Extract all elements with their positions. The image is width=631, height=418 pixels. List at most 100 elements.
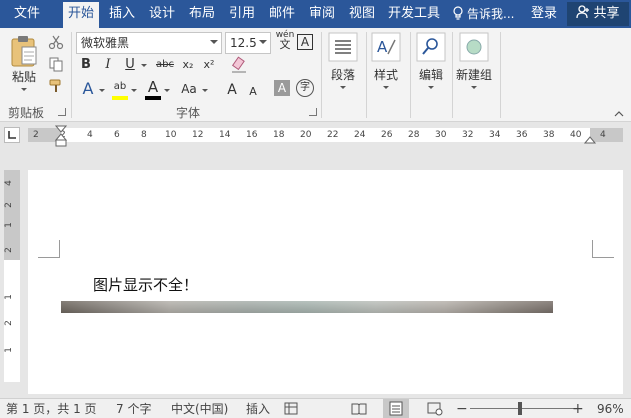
grow-font-button[interactable]: A bbox=[223, 80, 241, 100]
lightbulb-icon bbox=[453, 6, 463, 20]
ruler-number: 16 bbox=[246, 130, 258, 140]
shrink-font-button[interactable]: A bbox=[244, 82, 262, 102]
paragraph-caret[interactable] bbox=[340, 86, 346, 89]
insert-mode[interactable]: 插入 bbox=[246, 399, 270, 418]
editing-caret[interactable] bbox=[428, 86, 434, 89]
picture-shading bbox=[61, 301, 553, 313]
underline-button[interactable]: U bbox=[121, 55, 139, 75]
font-size-combo[interactable]: 12.5 bbox=[225, 32, 271, 54]
char-shading-button[interactable]: A bbox=[274, 80, 290, 96]
clear-formatting-icon[interactable] bbox=[230, 56, 248, 74]
italic-button[interactable]: I bbox=[99, 55, 117, 75]
chevron-down-icon bbox=[210, 40, 218, 44]
superscript-button[interactable]: x² bbox=[200, 55, 218, 75]
ruler-number: 10 bbox=[165, 130, 177, 140]
vertical-ruler: 4 2 1 2 1 2 1 bbox=[4, 170, 20, 382]
copy-icon[interactable] bbox=[48, 56, 64, 72]
tab-review[interactable]: 审阅 bbox=[305, 0, 339, 28]
zoom-in-button[interactable]: + bbox=[572, 399, 584, 418]
ruler-number: 18 bbox=[273, 130, 285, 140]
change-case-button[interactable]: Aa bbox=[178, 79, 200, 99]
font-name-combo[interactable]: 微软雅黑 bbox=[76, 32, 222, 54]
tell-me-label: 告诉我... bbox=[467, 7, 515, 21]
char-border-button[interactable]: A bbox=[297, 34, 313, 50]
subscript-button[interactable]: x₂ bbox=[179, 55, 197, 75]
vertical-ruler-number: 1 bbox=[3, 222, 14, 228]
tab-view[interactable]: 视图 bbox=[345, 0, 379, 28]
cut-icon[interactable] bbox=[48, 34, 64, 50]
ruler-number: 24 bbox=[354, 130, 366, 140]
new-group-icon[interactable] bbox=[459, 32, 489, 62]
left-tab-icon bbox=[8, 131, 16, 139]
bold-button[interactable]: B bbox=[77, 55, 95, 75]
styles-label[interactable]: 样式 bbox=[366, 66, 406, 83]
inline-picture[interactable] bbox=[61, 301, 553, 313]
read-mode-icon[interactable] bbox=[351, 402, 367, 415]
document-area[interactable]: 图片显示不全！ bbox=[28, 148, 631, 394]
phonetic-guide-button[interactable]: wén 文 bbox=[275, 30, 295, 51]
indent-marker-icon[interactable] bbox=[55, 125, 67, 147]
group-separator bbox=[321, 32, 322, 118]
macro-record-icon[interactable] bbox=[284, 402, 298, 415]
ruler-number: 14 bbox=[219, 130, 231, 140]
person-icon bbox=[576, 5, 590, 19]
editing-label[interactable]: 编辑 bbox=[411, 66, 451, 83]
underline-dropdown-caret[interactable] bbox=[141, 64, 147, 67]
tab-layout[interactable]: 布局 bbox=[185, 0, 219, 28]
paragraph-icon[interactable] bbox=[328, 32, 358, 62]
styles-caret[interactable] bbox=[383, 86, 389, 89]
group-separator bbox=[500, 32, 501, 118]
tab-mailings[interactable]: 邮件 bbox=[265, 0, 299, 28]
document-text[interactable]: 图片显示不全！ bbox=[93, 274, 198, 295]
tab-design[interactable]: 设计 bbox=[145, 0, 179, 28]
new-group-label[interactable]: 新建组 bbox=[452, 66, 496, 83]
change-case-caret[interactable] bbox=[202, 89, 208, 92]
paste-dropdown-caret[interactable] bbox=[21, 88, 27, 91]
share-button[interactable]: 共享 bbox=[567, 2, 629, 26]
zoom-slider[interactable] bbox=[470, 408, 574, 409]
paste-button[interactable] bbox=[10, 34, 38, 71]
tab-home[interactable]: 开始 bbox=[63, 2, 99, 28]
zoom-level[interactable]: 96% bbox=[597, 399, 624, 418]
tab-insert[interactable]: 插入 bbox=[105, 0, 139, 28]
text-effects-caret[interactable] bbox=[99, 89, 105, 92]
login-link[interactable]: 登录 bbox=[531, 0, 557, 28]
tell-me-box[interactable]: 告诉我... bbox=[452, 0, 514, 28]
ruler-number: 22 bbox=[327, 130, 339, 140]
word-window: 文件 开始 插入 设计 布局 引用 邮件 审阅 视图 开发工具 告诉我... 登… bbox=[0, 0, 631, 418]
tab-references[interactable]: 引用 bbox=[225, 0, 259, 28]
new-group-caret[interactable] bbox=[471, 86, 477, 89]
page-count[interactable]: 第 1 页，共 1 页 bbox=[6, 399, 97, 418]
ruler-number: 28 bbox=[408, 130, 420, 140]
right-indent-marker-icon[interactable] bbox=[584, 132, 596, 144]
format-painter-icon[interactable] bbox=[48, 78, 64, 94]
document-page[interactable]: 图片显示不全！ bbox=[28, 170, 623, 394]
strikethrough-button[interactable]: abc bbox=[153, 55, 177, 75]
web-layout-icon[interactable] bbox=[427, 402, 443, 416]
clipboard-icon bbox=[11, 36, 37, 67]
search-icon[interactable] bbox=[416, 32, 446, 62]
font-color-caret[interactable] bbox=[164, 89, 170, 92]
enclose-char-button[interactable]: 字 bbox=[296, 79, 314, 97]
highlight-button[interactable]: ab bbox=[111, 77, 129, 97]
text-effects-button[interactable]: A bbox=[79, 79, 97, 99]
paragraph-label[interactable]: 段落 bbox=[323, 66, 363, 83]
tab-developer[interactable]: 开发工具 bbox=[385, 0, 443, 28]
clipboard-launcher[interactable] bbox=[58, 108, 66, 116]
tab-file[interactable]: 文件 bbox=[6, 0, 48, 28]
tab-selector[interactable] bbox=[4, 127, 20, 143]
font-launcher[interactable] bbox=[309, 108, 317, 116]
zoom-out-button[interactable]: − bbox=[456, 399, 468, 418]
ruler-number: 40 bbox=[570, 130, 582, 140]
clipboard-group-label: 剪贴板 bbox=[8, 106, 45, 120]
vertical-ruler-number: 2 bbox=[3, 202, 14, 208]
language-indicator[interactable]: 中文(中国) bbox=[171, 399, 228, 418]
print-layout-button[interactable] bbox=[383, 399, 409, 418]
font-color-button[interactable]: A bbox=[144, 77, 162, 97]
word-count[interactable]: 7 个字 bbox=[116, 399, 151, 418]
zoom-slider-thumb[interactable] bbox=[517, 402, 522, 415]
ruler-number: 38 bbox=[543, 130, 555, 140]
styles-icon[interactable]: A bbox=[371, 32, 401, 62]
collapse-ribbon-icon[interactable] bbox=[614, 110, 624, 118]
highlight-caret[interactable] bbox=[131, 89, 137, 92]
